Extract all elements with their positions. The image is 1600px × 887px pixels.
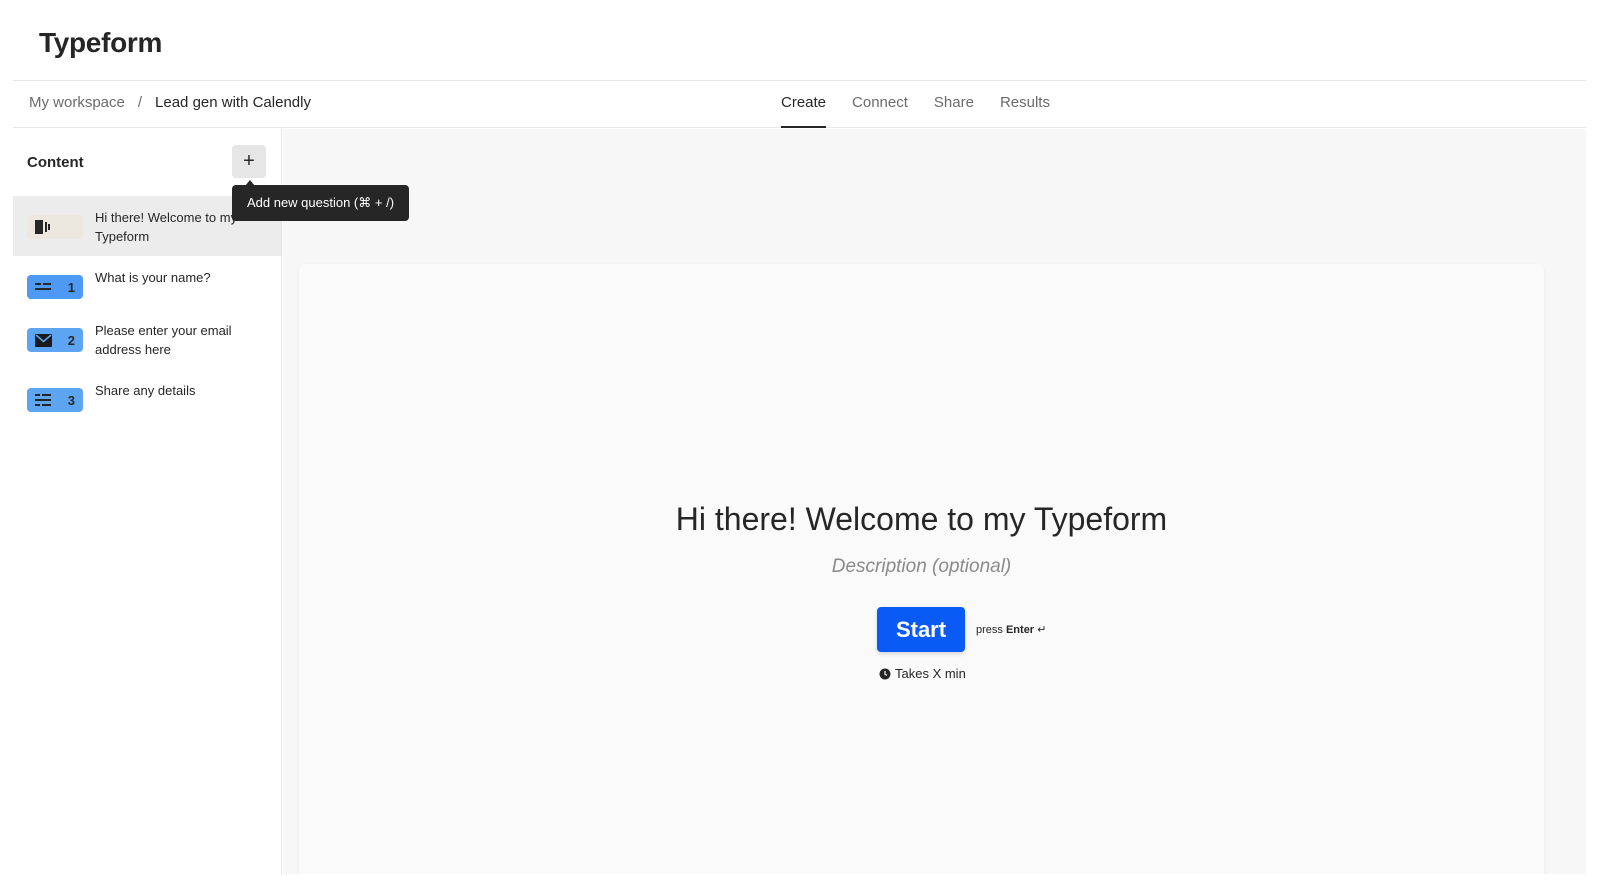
content-heading: Content	[27, 154, 84, 171]
tab-share[interactable]: Share	[934, 81, 974, 128]
typeform-logo[interactable]: Typeform	[39, 27, 162, 59]
short-text-icon	[35, 283, 51, 290]
content-sidebar: Content + Add new question (⌘ + /) Hi th…	[13, 129, 409, 874]
email-icon	[35, 333, 52, 347]
question-label: What is your name?	[95, 270, 211, 285]
editor-canvas: Hi there! Welcome to my Typeform Descrip…	[283, 129, 1586, 874]
clock-icon	[879, 668, 891, 679]
question-badge: 1	[27, 275, 83, 299]
welcome-screen-preview[interactable]: Hi there! Welcome to my Typeform Descrip…	[299, 264, 1544, 874]
breadcrumb-separator: /	[137, 94, 143, 111]
press-prefix: press	[976, 624, 1003, 636]
main-tabs: Create Connect Share Results	[781, 81, 1076, 128]
breadcrumb: My workspace / Lead gen with Calendly	[29, 94, 311, 111]
enter-key-icon: ↵	[1037, 624, 1047, 636]
app-frame: Typeform My workspace / Lead gen with Ca…	[13, 13, 1586, 874]
question-badge	[27, 215, 83, 239]
long-text-icon	[35, 393, 51, 406]
start-row: Start press Enter ↵	[877, 607, 1046, 652]
top-bar: Typeform	[13, 13, 1586, 81]
tab-create[interactable]: Create	[781, 81, 827, 128]
question-badge: 2	[27, 328, 83, 352]
start-button[interactable]: Start	[877, 607, 965, 652]
question-number: 1	[67, 279, 75, 295]
welcome-description-field[interactable]: Description (optional)	[299, 556, 1544, 578]
breadcrumb-workspace[interactable]: My workspace	[29, 94, 125, 111]
question-item-3[interactable]: 3 Share any details	[13, 369, 281, 422]
tab-connect[interactable]: Connect	[852, 81, 908, 128]
time-text: Takes X min	[895, 666, 966, 681]
welcome-screen-icon	[35, 220, 50, 234]
welcome-title[interactable]: Hi there! Welcome to my Typeform	[299, 501, 1544, 538]
question-list: Hi there! Welcome to my Typeform 1 What …	[13, 196, 281, 422]
question-label: Share any details	[95, 383, 196, 398]
question-label: Please enter your email address here	[95, 323, 232, 357]
question-item-2[interactable]: 2 Please enter your email address here	[13, 309, 281, 369]
question-number: 3	[67, 392, 75, 408]
question-number: 2	[67, 332, 75, 348]
nav-bar: My workspace / Lead gen with Calendly Cr…	[13, 81, 1586, 128]
press-enter-hint: press Enter ↵	[976, 623, 1046, 636]
press-key: Enter	[1005, 624, 1035, 636]
time-to-complete: Takes X min	[879, 666, 966, 681]
question-item-1[interactable]: 1 What is your name?	[13, 256, 281, 309]
add-question-tooltip: Add new question (⌘ + /)	[232, 180, 409, 221]
breadcrumb-form-name[interactable]: Lead gen with Calendly	[155, 94, 311, 111]
question-label: Hi there! Welcome to my Typeform	[95, 210, 238, 244]
add-question-button[interactable]: +	[232, 145, 266, 178]
tab-results[interactable]: Results	[1000, 81, 1050, 128]
question-badge: 3	[27, 388, 83, 412]
